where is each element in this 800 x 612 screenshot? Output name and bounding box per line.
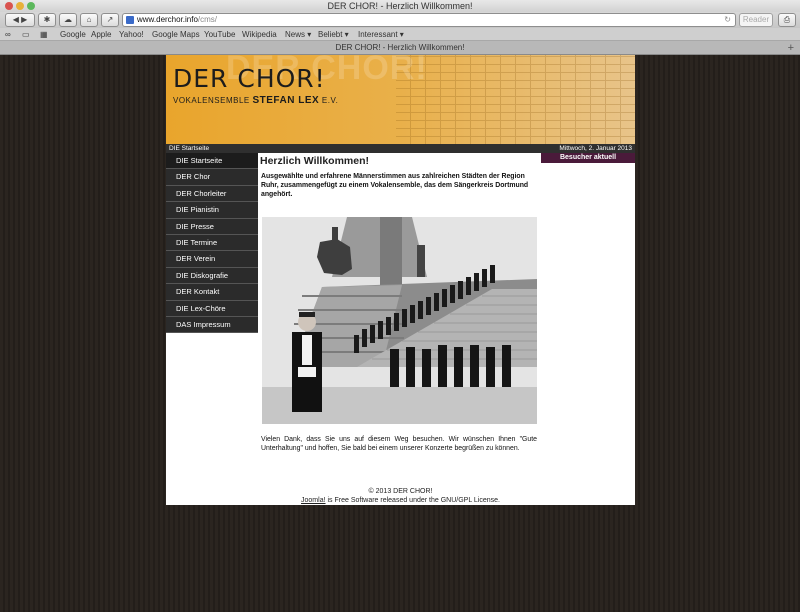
welcome-text: Vielen Dank, dass Sie uns auf diesem Weg… [261,436,537,452]
footer-license-text: is Free Software released under the GNU/… [325,497,500,504]
tab-bar: DER CHOR! - Herzlich Willkommen! + [0,41,800,55]
bookmark-google[interactable]: Google [60,28,86,41]
banner-subtitle-prefix: VOKALENSEMBLE [173,96,250,105]
bookmark-yahoo[interactable]: Yahoo! [119,28,144,41]
forward-icon: ▶ [21,15,28,24]
bookmarks-book-icon[interactable]: ▭ [22,28,30,41]
back-forward-button[interactable]: ◀ ▶ [5,13,35,27]
bookmark-apple[interactable]: Apple [91,28,111,41]
window-titlebar: DER CHOR! - Herzlich Willkommen! [0,0,800,12]
bookmark-wikipedia[interactable]: Wikipedia [242,28,277,41]
menu-item-kontakt[interactable]: DER Kontakt [166,284,258,301]
close-window-icon[interactable] [5,2,13,10]
address-bar[interactable]: www.derchor.info/cms/ ↻ [122,13,736,27]
joomla-link[interactable]: Joomla! [301,497,326,504]
info-bar: DIE Startseite Mittwoch, 2. Januar 2013 [166,144,635,153]
zoom-window-icon[interactable] [27,2,35,10]
visitors-box-title: Besucher aktuell [541,153,635,163]
site-footer: © 2013 DER CHOR! Joomla! is Free Softwar… [166,487,635,505]
reload-icon[interactable]: ↻ [724,14,731,26]
bookmark-youtube[interactable]: YouTube [204,28,235,41]
main-menu: DIE Startseite DER Chor DER Chorleiter D… [166,153,258,334]
browser-toolbar: ◀ ▶ ✱ ☁ ⌂ ↗ www.derchor.info/cms/ ↻ Read… [0,12,800,28]
url-host: www.derchor.info [137,15,198,24]
banner-title: DER CHOR! [173,64,326,93]
page-title: Herzlich Willkommen! [260,155,370,167]
bookmark-interessant-folder[interactable]: Interessant ▾ [358,28,404,41]
breadcrumb[interactable]: DIE Startseite [169,144,209,153]
banner-subtitle: VOKALENSEMBLE STEFAN LEX E.V. [173,95,338,106]
banner-subtitle-suffix: E.V. [321,96,339,105]
reading-list-icon[interactable]: ∞ [5,28,11,41]
choir-photo [262,217,537,424]
intro-text: Ausgewählte und erfahrene Männerstimmen … [261,173,529,198]
share-button[interactable]: ↗ [101,13,119,27]
icloud-tabs-button[interactable]: ☁ [59,13,77,27]
site-favicon [126,16,134,24]
home-icon: ⌂ [86,15,92,24]
site-banner: DER CHOR! DER CHOR! VOKALENSEMBLE STEFAN… [166,55,635,144]
menu-item-impressum[interactable]: DAS Impressum [166,316,258,334]
printer-icon: ⎙ [783,15,791,24]
menu-item-presse[interactable]: DIE Presse [166,218,258,235]
menu-item-chorleiter[interactable]: DER Chorleiter [166,185,258,203]
footer-copyright: © 2013 DER CHOR! [368,488,433,495]
menu-item-pianistin[interactable]: DIE Pianistin [166,202,258,219]
window-title: DER CHOR! - Herzlich Willkommen! [327,1,473,11]
print-button[interactable]: ⎙ [778,13,796,27]
bookmarks-bar: ∞ ▭ ▦ Google Apple Yahoo! Google Maps Yo… [0,28,800,41]
reader-button[interactable]: Reader [739,13,773,27]
site-container: DER CHOR! DER CHOR! VOKALENSEMBLE STEFAN… [166,55,635,505]
back-icon: ◀ [12,15,19,24]
menu-item-termine[interactable]: DIE Termine [166,234,258,252]
choir-photo-illustration [262,217,537,424]
new-tab-button[interactable]: + [788,41,794,55]
top-sites-grid-icon[interactable]: ▦ [40,28,48,41]
bookmark-google-maps[interactable]: Google Maps [152,28,200,41]
banner-subtitle-name: STEFAN LEX [252,95,320,106]
main-content: Herzlich Willkommen! Ausgewählte und erf… [260,153,538,493]
menu-item-chor[interactable]: DER Chor [166,169,258,186]
minimize-window-icon[interactable] [16,2,24,10]
tab-active[interactable]: DER CHOR! - Herzlich Willkommen! [336,43,465,52]
web-page: DER CHOR! DER CHOR! VOKALENSEMBLE STEFAN… [0,55,800,612]
puzzle-icon: ✱ [43,15,51,24]
current-date: Mittwoch, 2. Januar 2013 [559,145,632,152]
url-path: /cms/ [197,15,218,24]
banner-sheet-music-pattern [396,55,635,144]
menu-item-diskografie[interactable]: DIE Diskografie [166,267,258,285]
menu-item-verein[interactable]: DER Verein [166,251,258,268]
bookmark-news-folder[interactable]: News ▾ [285,28,311,41]
extensions-button[interactable]: ✱ [38,13,56,27]
menu-item-startseite[interactable]: DIE Startseite [166,153,258,170]
cloud-icon: ☁ [64,15,72,24]
menu-item-lex-choere[interactable]: DIE Lex-Chöre [166,300,258,317]
home-button[interactable]: ⌂ [80,13,98,27]
share-icon: ↗ [106,15,114,24]
bookmark-beliebt-folder[interactable]: Beliebt ▾ [318,28,349,41]
footer-license: Joomla! is Free Software released under … [166,496,635,505]
